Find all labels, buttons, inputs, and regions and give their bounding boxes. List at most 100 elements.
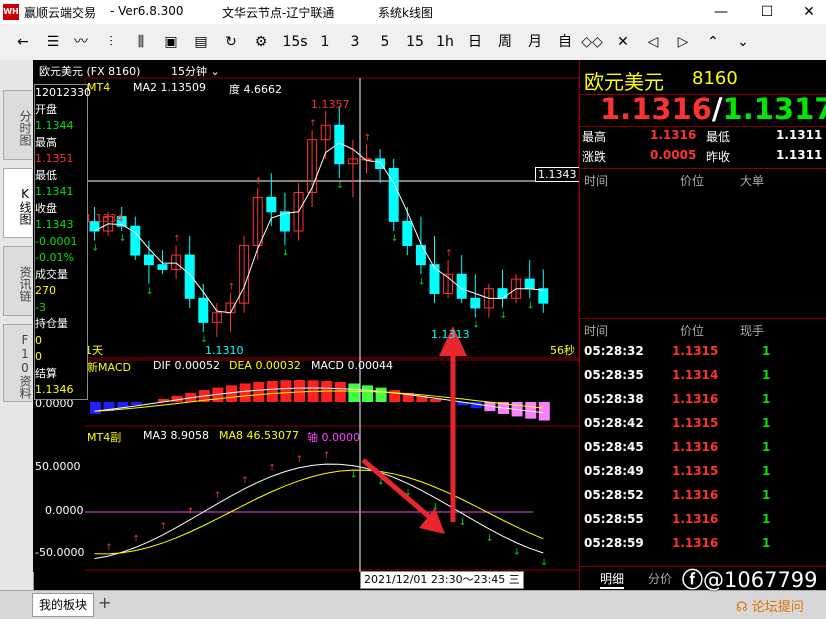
expand-up-icon[interactable]: ⌃ (702, 30, 724, 54)
period-button-0[interactable]: 15s (282, 30, 308, 54)
sub-up-arrow: ↑ (323, 451, 331, 461)
period-button-7[interactable]: 周 (492, 30, 518, 54)
day-low-label: 最低 (706, 128, 730, 145)
macd-bar (131, 402, 142, 405)
quote-panel: 欧元美元 8160 1.1316/1.1317 最高 1.1316 最低 1.1… (579, 60, 826, 590)
settings-icon[interactable]: ⚙ (250, 30, 272, 54)
tick-price: 1.1316 (672, 536, 718, 550)
period-button-2[interactable]: 3 (342, 30, 368, 54)
tick-row: 05:28:421.13151 (580, 412, 826, 436)
add-tab-button[interactable]: + (98, 593, 111, 612)
oi-delta: 0 (35, 349, 87, 366)
tick-volume: 1 (762, 512, 770, 526)
title-bar: WH 赢顺云端交易 - Ver6.8.300 文华云节点-辽宁联通 系统k线图 … (0, 0, 826, 24)
sub-name[interactable]: MT4副 (87, 429, 121, 445)
macd-name[interactable]: 新MACD (87, 359, 131, 375)
low-price-mark: 1.1310 (205, 344, 244, 357)
sub-up-arrow: ↑ (241, 476, 249, 486)
macd-bar (539, 402, 550, 421)
day-high-label: 最高 (582, 128, 606, 145)
buy-arrow: ↑ (173, 234, 181, 244)
period-dropdown[interactable]: 15分钟 ⌄ (171, 63, 220, 79)
scroll-left-icon[interactable]: ◁ (642, 30, 664, 54)
sell-arrow: ↓ (282, 248, 290, 258)
period-button-8[interactable]: 月 (522, 30, 548, 54)
tick-time: 05:28:52 (584, 488, 644, 502)
tick-header-price: 价位 (680, 322, 704, 339)
chart-area[interactable]: ↓↓↓↑↓↑↑↓↑↓↑↓↓↑↓↓↓↑↑↑↑↑↑↑↑↑↓↓↓↓↓↓↓↓ 欧元美元 … (33, 60, 579, 572)
macd-bar (90, 402, 101, 414)
zoom-out-icon[interactable]: ✕ (612, 30, 634, 54)
oi-label: 持仓量 (35, 316, 87, 333)
quote-list-icon[interactable]: ☰ (42, 30, 64, 54)
candle-body (403, 221, 412, 245)
macd-bar (267, 381, 278, 402)
macd-bar (294, 380, 305, 402)
tab-timeshare[interactable]: 分时图 (3, 90, 32, 160)
refresh-icon[interactable]: ↻ (220, 30, 242, 54)
dom-header-price: 价位 (680, 172, 704, 189)
tick-row: 05:28:491.13151 (580, 460, 826, 484)
forum-link[interactable]: ☊ 论坛提问 (736, 596, 804, 615)
tab-kline[interactable]: K线图 (3, 168, 32, 238)
sell-arrow: ↓ (336, 181, 344, 191)
tick-row: 05:28:381.13161 (580, 388, 826, 412)
bottom-bar: 我的板块 + ☊ 论坛提问 (0, 590, 826, 619)
zoom-in-icon[interactable]: ◇◇ (578, 30, 606, 54)
line-chart-icon[interactable]: 〰 (70, 30, 92, 54)
sub-down-arrow: ↓ (350, 471, 358, 481)
tab-f10[interactable]: F10资料 (3, 324, 32, 402)
period-button-9[interactable]: 自 (552, 30, 578, 54)
tick-volume: 1 (762, 368, 770, 382)
period-button-5[interactable]: 1h (432, 30, 458, 54)
sub-up-arrow: ↑ (296, 455, 304, 465)
low-label: 最低 (35, 168, 87, 185)
tab-price-dist[interactable]: 分价 (648, 570, 672, 587)
quote-name: 欧元美元 (584, 66, 664, 95)
maximize-button[interactable]: ☐ (752, 2, 782, 22)
period-button-6[interactable]: 日 (462, 30, 488, 54)
ma2-value: MA2 1.13509 (133, 81, 206, 94)
tick-volume: 1 (762, 392, 770, 406)
tab-news[interactable]: 资讯链 (3, 246, 32, 316)
collapse-down-icon[interactable]: ⌄ (732, 30, 754, 54)
save-icon[interactable]: ▤ (190, 30, 212, 54)
tick-row: 05:28:521.13161 (580, 484, 826, 508)
buy-arrow: ↑ (228, 283, 236, 293)
sub-ma3-line (95, 464, 544, 559)
scroll-right-icon[interactable]: ▷ (672, 30, 694, 54)
tick-time: 05:28:42 (584, 416, 644, 430)
prev-close-label: 昨收 (706, 148, 730, 165)
close-button[interactable]: ✕ (794, 2, 824, 22)
back-arrow-icon[interactable]: ← (10, 30, 36, 54)
sub-down-arrow: ↓ (459, 518, 467, 528)
app-version: - Ver6.8.300 (110, 4, 184, 18)
sub-y-0: 0.0000 (45, 504, 84, 517)
countdown: 56秒 (550, 342, 575, 358)
tab-my-sector[interactable]: 我的板块 (32, 593, 94, 617)
ask-price: 1.1317 (723, 92, 826, 126)
layout-icon[interactable]: ▣ (160, 30, 182, 54)
candle-body (430, 265, 439, 294)
period-button-4[interactable]: 15 (402, 30, 428, 54)
candle-body (471, 298, 480, 308)
period-button-1[interactable]: 1 (312, 30, 338, 54)
minimize-button[interactable]: — (706, 2, 736, 22)
tick-time: 05:28:38 (584, 392, 644, 406)
bar-chart-icon[interactable]: ⫶ (100, 30, 122, 54)
volume-delta: -3 (35, 300, 87, 317)
macd-bar (253, 382, 264, 402)
watermark: ⓕ@1067799 (682, 564, 818, 594)
window-status: 系统k线图 (378, 4, 433, 21)
sub-up-arrow: ↑ (160, 522, 168, 532)
tab-detail[interactable]: 明细 (600, 570, 624, 589)
tick-price: 1.1315 (672, 416, 718, 430)
period-button-3[interactable]: 5 (372, 30, 398, 54)
sub-up-arrow: ↑ (105, 543, 113, 553)
candle-body (539, 289, 548, 303)
candle-body (389, 169, 398, 222)
kline-chart[interactable]: ↓↓↓↑↓↑↑↓↑↓↑↓↓↑↓↓↓↑↑↑↑↑↑↑↑↑↓↓↓↓↓↓↓↓ (33, 60, 579, 572)
settle-value: 1.1346 (35, 382, 87, 399)
buy-arrow: ↑ (309, 119, 317, 129)
candle-icon[interactable]: ⫼ (130, 30, 152, 54)
